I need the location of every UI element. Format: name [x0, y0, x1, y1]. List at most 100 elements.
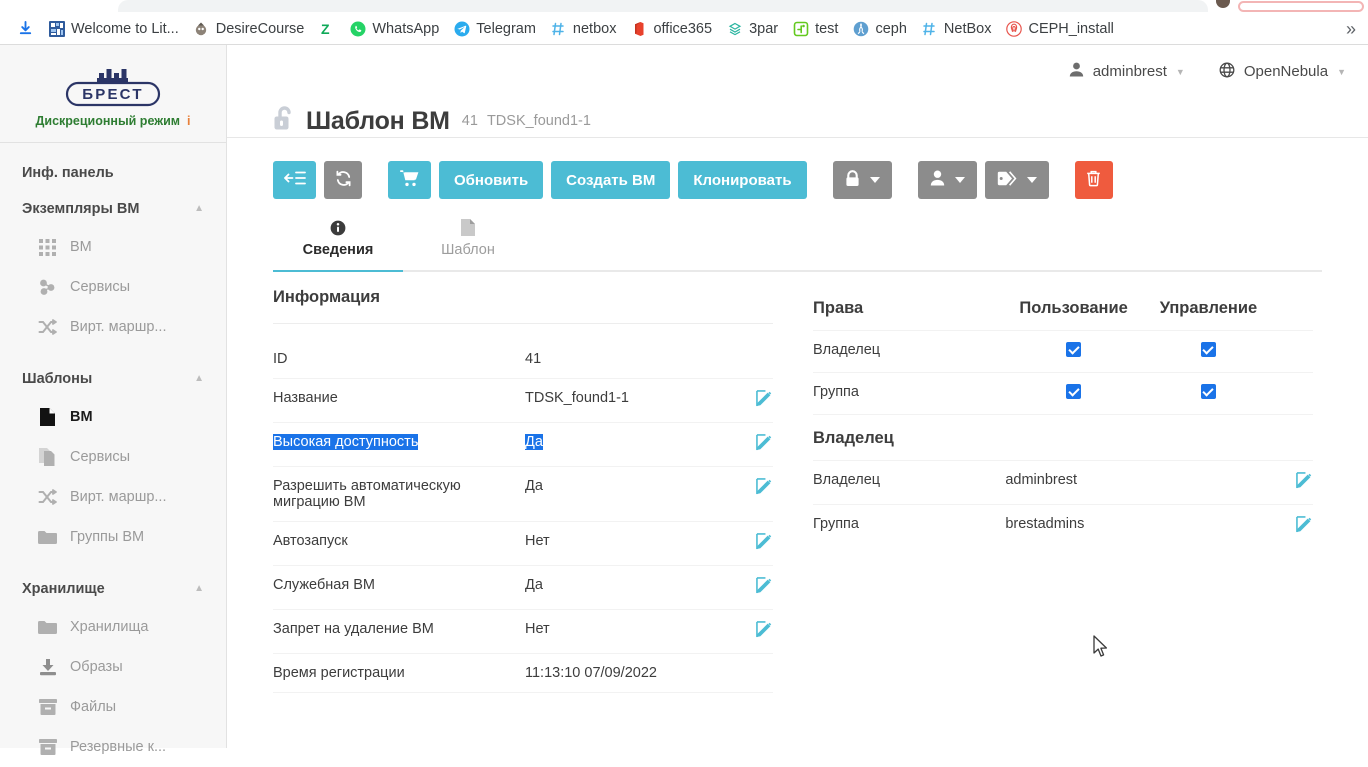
chevron-down-icon: ▼	[1176, 67, 1185, 77]
clone-button[interactable]: Клонировать	[678, 161, 806, 199]
bookmark-label: 3par	[749, 21, 778, 37]
edit-pencil-icon[interactable]	[1296, 516, 1313, 537]
table-row: Автозапуск Нет	[273, 522, 773, 566]
bookmark-zoom[interactable]: Z	[311, 17, 342, 40]
bookmark-netbox[interactable]: netbox	[543, 17, 624, 40]
checkbox-owner-use[interactable]	[1066, 342, 1081, 357]
delete-button[interactable]	[1075, 161, 1113, 199]
3par-icon	[726, 20, 743, 37]
row-edit-cell	[725, 654, 773, 693]
omnibox-partial[interactable]	[1238, 1, 1364, 12]
row-value-group[interactable]: brestadmins	[1005, 505, 1275, 549]
mode-text: Дискреционный режим	[35, 114, 180, 128]
lock-dropdown-button[interactable]	[833, 161, 892, 199]
header-spacer	[1275, 288, 1313, 331]
sidebar-item-storage-files[interactable]: Файлы	[0, 687, 226, 727]
router-icon	[38, 318, 57, 337]
checkbox-group-manage[interactable]	[1201, 384, 1216, 399]
sidebar-section-storage[interactable]: Хранилище ▲	[0, 571, 226, 607]
user-icon	[930, 170, 945, 190]
sidebar-item-storage-images[interactable]: Образы	[0, 647, 226, 687]
tab-info[interactable]: Сведения	[273, 213, 403, 270]
page-subtitle-id: 41	[462, 113, 478, 129]
bookmark-label: Telegram	[476, 21, 536, 37]
update-button[interactable]: Обновить	[439, 161, 543, 199]
page-title: Шаблон ВМ	[306, 107, 450, 136]
tag-icon	[997, 171, 1017, 190]
tab-template[interactable]: Шаблон	[403, 213, 533, 270]
edit-pencil-icon[interactable]	[756, 533, 773, 554]
bookmark-3par[interactable]: 3par	[719, 17, 785, 40]
refresh-button[interactable]	[324, 161, 362, 199]
sidebar-item-instances-vm[interactable]: ВМ	[0, 227, 226, 267]
bookmark-whatsapp[interactable]: WhatsApp	[342, 17, 446, 40]
bookmark-label: Welcome to Lit...	[71, 21, 179, 37]
edit-pencil-icon[interactable]	[1296, 472, 1313, 493]
brand-logo-area[interactable]: БРЕСТ Дискреционный режим i	[0, 45, 226, 143]
zone-menu[interactable]: OpenNebula ▼	[1219, 62, 1346, 82]
back-to-list-button[interactable]	[273, 161, 316, 199]
chevron-up-icon: ▲	[194, 584, 204, 594]
edit-pencil-icon[interactable]	[756, 390, 773, 411]
chevron-down-icon	[870, 177, 880, 183]
edit-pencil-icon[interactable]	[756, 621, 773, 642]
permission-manage-cell	[1142, 373, 1275, 415]
router-icon	[38, 488, 57, 507]
marketplace-cart-button[interactable]	[388, 161, 431, 199]
services-icon	[38, 278, 57, 297]
edit-pencil-icon[interactable]	[756, 577, 773, 598]
bookmark-desirecourse[interactable]: DesireCourse	[186, 17, 312, 40]
bookmark-test[interactable]: test	[785, 17, 845, 40]
bookmark-telegram[interactable]: Telegram	[446, 17, 543, 40]
active-browser-tab[interactable]	[118, 0, 1208, 12]
whatsapp-icon	[349, 20, 366, 37]
user-menu[interactable]: adminbrest ▼	[1069, 62, 1185, 81]
refresh-icon	[335, 170, 352, 191]
permissions-title: Права	[813, 288, 1005, 331]
sidebar-item-label: Хранилища	[70, 619, 148, 635]
bookmark-welcome-to-lit[interactable]: Welcome to Lit...	[41, 17, 186, 40]
sidebar-item-dashboard[interactable]: Инф. панель	[0, 155, 226, 191]
sidebar-item-templates-vm[interactable]: ВМ	[0, 397, 226, 437]
sidebar-item-instances-vrouter[interactable]: Вирт. маршр...	[0, 307, 226, 347]
checkbox-owner-manage[interactable]	[1201, 342, 1216, 357]
create-vm-button[interactable]: Создать ВМ	[551, 161, 670, 199]
sidebar-item-templates-vrouter[interactable]: Вирт. маршр...	[0, 477, 226, 517]
bookmark-label: NetBox	[944, 21, 992, 37]
bookmark-ceph-install[interactable]: CEPH_install	[998, 17, 1120, 40]
row-key: Владелец	[813, 461, 1005, 505]
sidebar-item-storage-backups[interactable]: Резервные к...	[0, 727, 226, 767]
checkbox-group-use[interactable]	[1066, 384, 1081, 399]
browser-tab-strip	[0, 0, 1368, 12]
discretionary-mode-label: Дискреционный режим i	[35, 114, 190, 128]
sidebar-item-instances-services[interactable]: Сервисы	[0, 267, 226, 307]
row-key: Время регистрации	[273, 654, 525, 693]
tags-dropdown-button[interactable]	[985, 161, 1049, 199]
bookmark-label: WhatsApp	[372, 21, 439, 37]
bookmark-download[interactable]	[10, 17, 41, 40]
sidebar-section-vm-instances[interactable]: Экземпляры ВМ ▲	[0, 191, 226, 227]
mode-info-icon[interactable]: i	[187, 114, 190, 128]
document-icon	[38, 408, 57, 427]
table-row: Служебная ВМ Да	[273, 566, 773, 610]
change-owner-dropdown-button[interactable]	[918, 161, 977, 199]
sidebar-item-templates-vmgroups[interactable]: Группы ВМ	[0, 517, 226, 557]
nav-gap	[0, 347, 226, 361]
row-value-owner[interactable]: adminbrest	[1005, 461, 1275, 505]
table-row: Владелец adminbrest	[813, 461, 1313, 505]
bookmarks-overflow-button[interactable]: »	[1340, 20, 1362, 38]
svg-text:Z: Z	[321, 21, 330, 37]
row-edit-cell	[1275, 505, 1313, 549]
bookmark-netbox-2[interactable]: NetBox	[914, 17, 999, 40]
nav-gap	[0, 557, 226, 571]
bookmark-label: office365	[653, 21, 712, 37]
edit-pencil-icon[interactable]	[756, 434, 773, 455]
sidebar-section-templates[interactable]: Шаблоны ▲	[0, 361, 226, 397]
sidebar-item-templates-services[interactable]: Сервисы	[0, 437, 226, 477]
edit-pencil-icon[interactable]	[756, 478, 773, 499]
sidebar-item-storage-datastores[interactable]: Хранилища	[0, 607, 226, 647]
bookmark-ceph[interactable]: ceph	[845, 17, 913, 40]
download-icon	[17, 20, 34, 37]
bookmark-office365[interactable]: office365	[623, 17, 719, 40]
table-spacer	[273, 324, 773, 340]
